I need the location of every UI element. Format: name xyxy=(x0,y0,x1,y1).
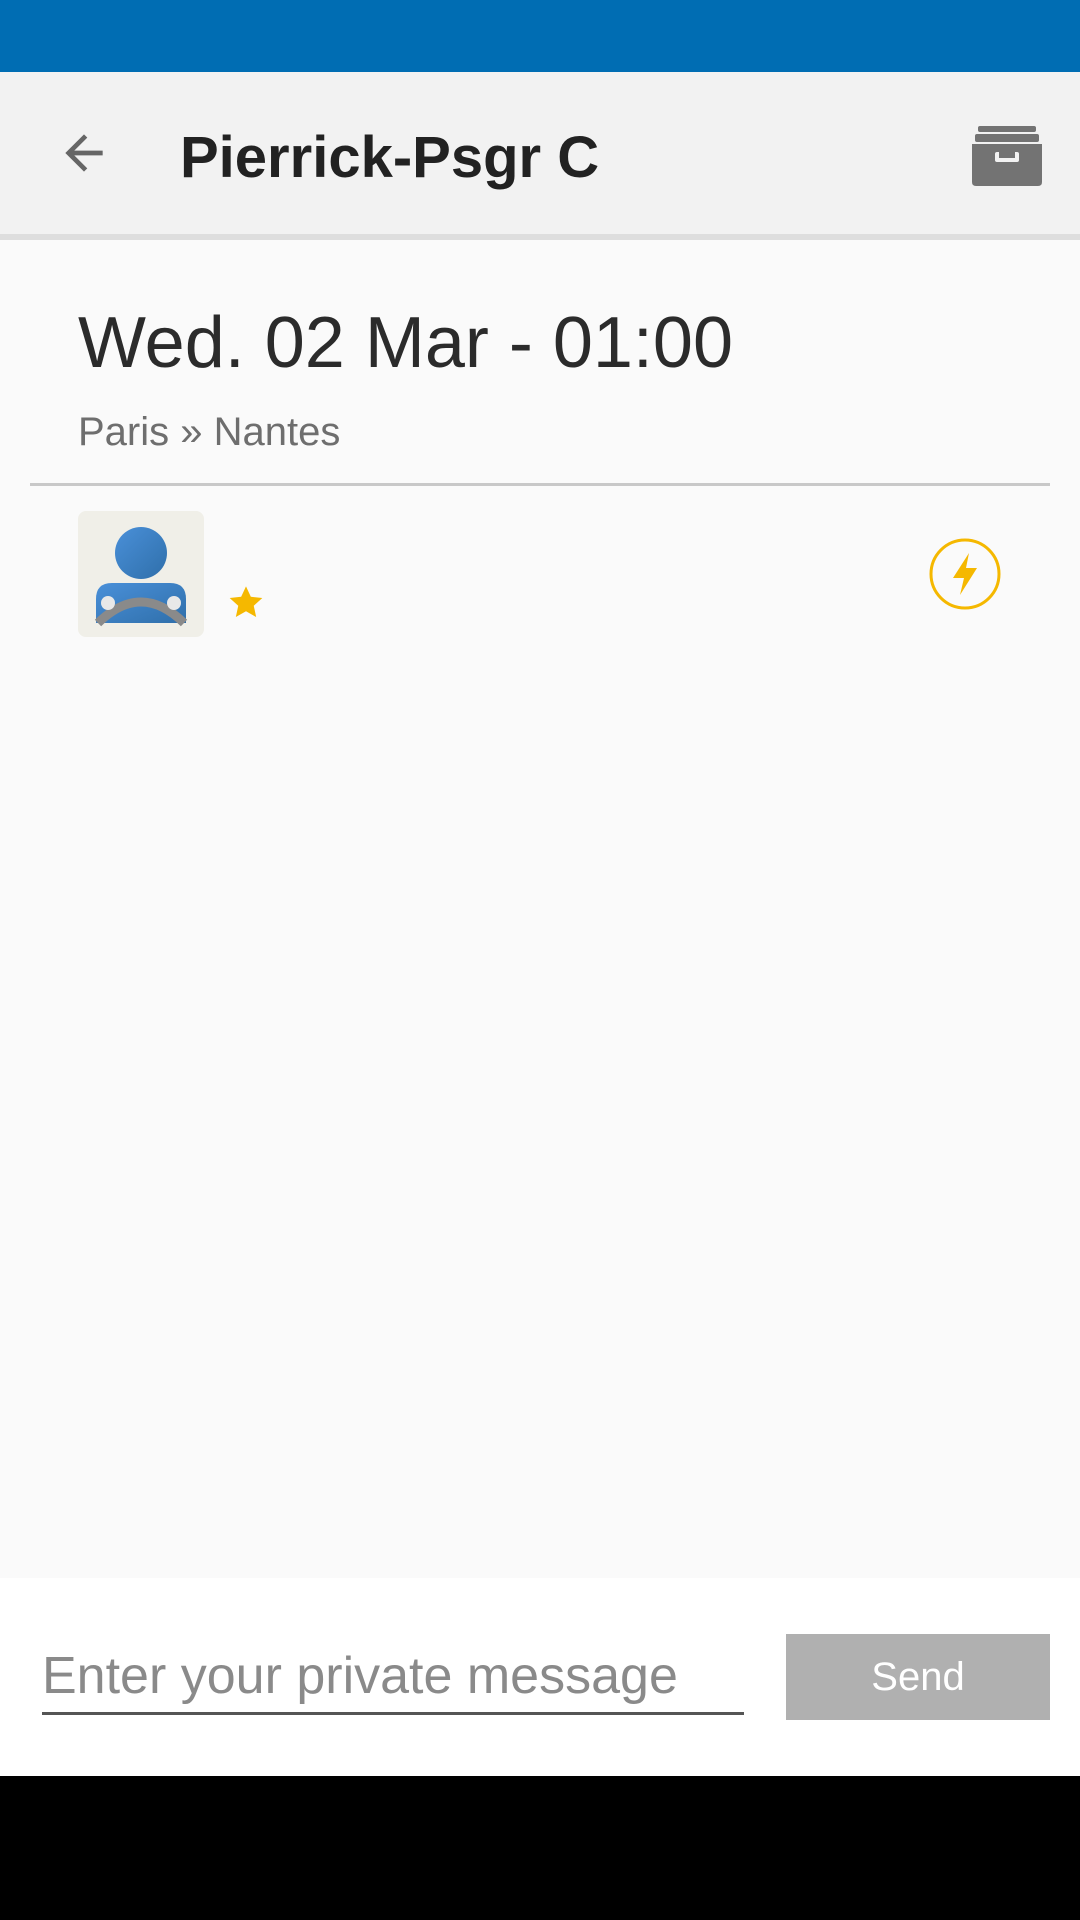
avatar[interactable] xyxy=(78,511,204,637)
star-icon xyxy=(229,586,263,618)
trip-date: Wed. 02 Mar - 01:00 xyxy=(78,303,733,383)
send-button[interactable]: Send xyxy=(786,1634,1050,1720)
back-button[interactable] xyxy=(44,118,124,188)
compose-bar: Send xyxy=(0,1578,1080,1776)
driver-avatar-icon xyxy=(94,527,188,627)
navigation-bar xyxy=(0,1776,1080,1920)
page-title: Pierrick-Psgr C xyxy=(180,125,600,190)
instant-booking-icon[interactable] xyxy=(928,537,1002,611)
divider xyxy=(30,483,1050,486)
arrow-back-icon xyxy=(65,134,103,172)
conversation-area: Wed. 02 Mar - 01:00 Paris » Nantes xyxy=(0,240,1080,1578)
status-bar xyxy=(0,0,1080,72)
app-bar: Pierrick-Psgr C xyxy=(0,72,1080,240)
archive-button[interactable] xyxy=(964,118,1050,194)
trip-route: Paris » Nantes xyxy=(78,410,341,454)
message-input[interactable] xyxy=(42,1640,744,1715)
archive-icon xyxy=(972,126,1042,186)
